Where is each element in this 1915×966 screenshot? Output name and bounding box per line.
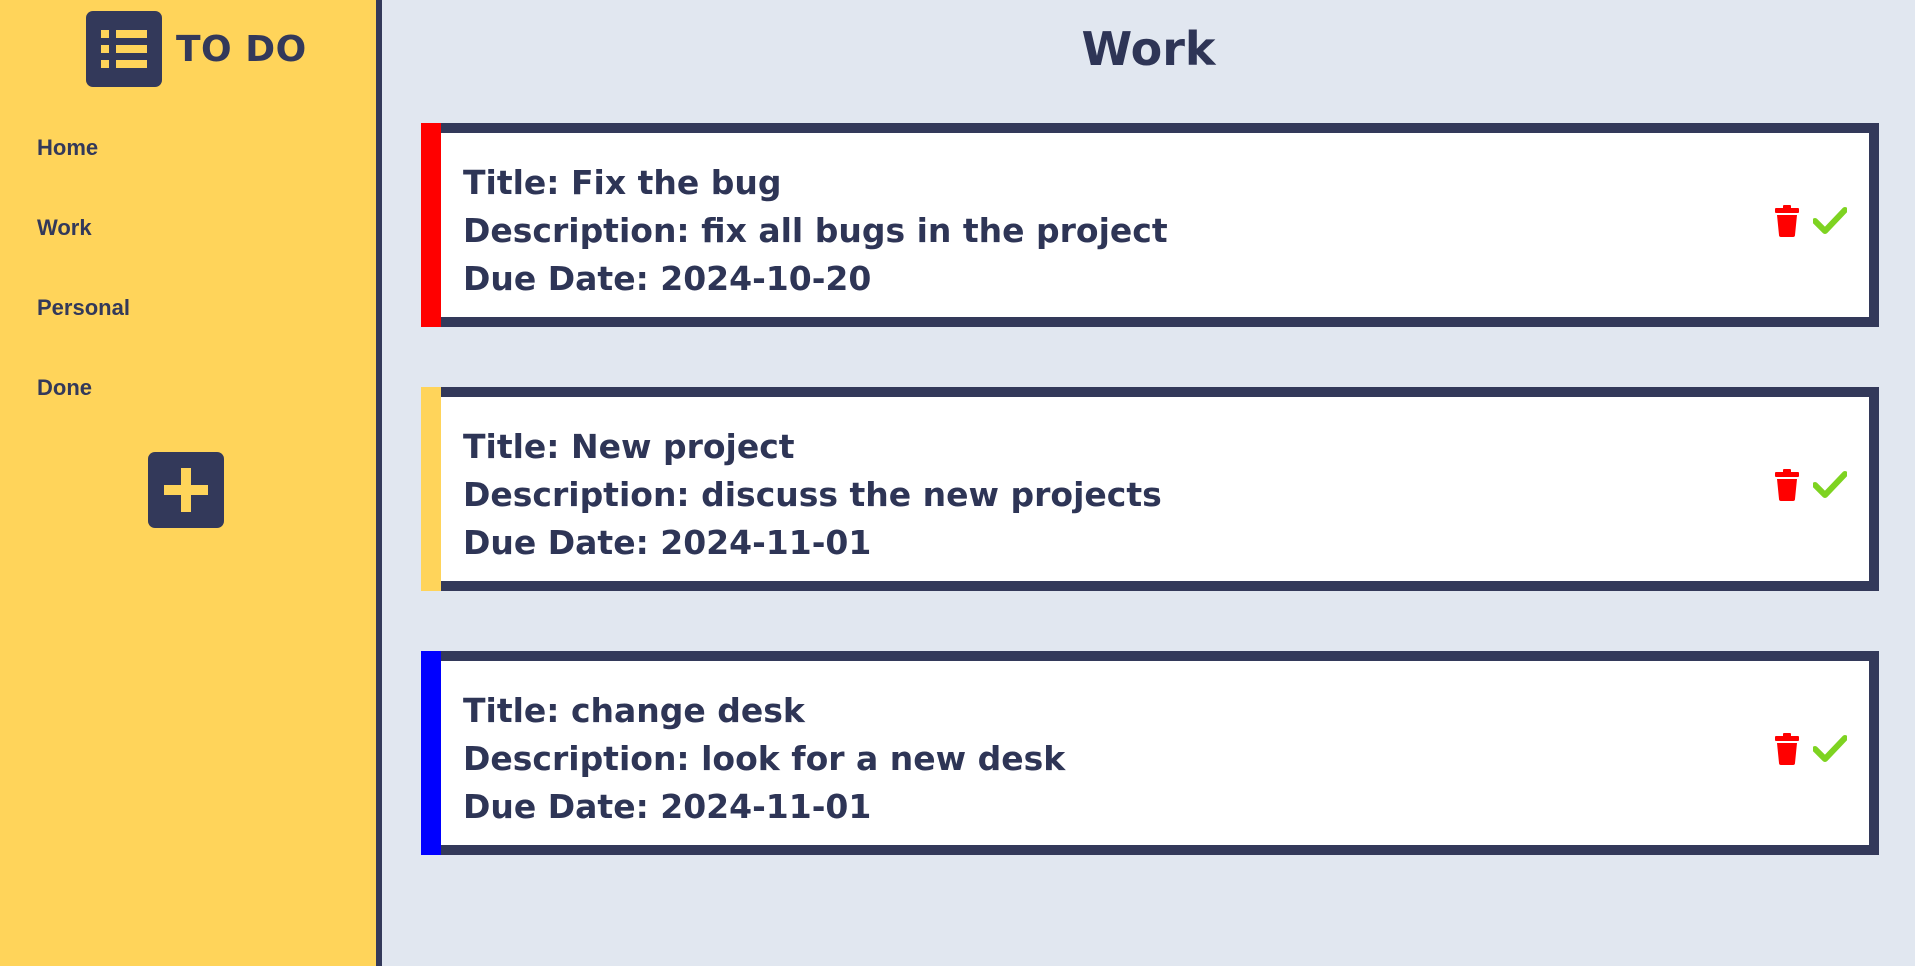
task-due-date: Due Date: 2024-10-20: [463, 259, 872, 298]
task-title: Title: New project: [463, 427, 795, 466]
sidebar: TO DO Home Work Personal Done: [0, 0, 382, 966]
page-title: Work: [1081, 22, 1216, 76]
checkmark-icon[interactable]: [1813, 207, 1847, 235]
task-title: Title: change desk: [463, 691, 805, 730]
priority-bar: [421, 651, 441, 855]
main-content: Work Title: Fix the bug Description: fix…: [382, 0, 1915, 966]
trash-icon[interactable]: [1775, 205, 1799, 237]
add-task-button[interactable]: [148, 452, 224, 528]
task-description: Description: fix all bugs in the project: [463, 211, 1168, 250]
list-icon: [86, 11, 162, 87]
trash-icon[interactable]: [1775, 469, 1799, 501]
task-title: Title: Fix the bug: [463, 163, 782, 202]
priority-bar: [421, 123, 441, 327]
sidebar-item-personal[interactable]: Personal: [37, 290, 130, 370]
task-card: Title: Fix the bug Description: fix all …: [421, 123, 1879, 327]
task-description: Description: discuss the new projects: [463, 475, 1162, 514]
app-title: TO DO: [176, 28, 307, 70]
task-due-date: Due Date: 2024-11-01: [463, 787, 872, 826]
priority-bar: [421, 387, 441, 591]
sidebar-item-home[interactable]: Home: [37, 130, 130, 210]
plus-icon: [164, 468, 208, 512]
sidebar-item-done[interactable]: Done: [37, 370, 130, 450]
task-due-date: Due Date: 2024-11-01: [463, 523, 872, 562]
app-logo: TO DO: [86, 11, 307, 87]
checkmark-icon[interactable]: [1813, 471, 1847, 499]
task-card: Title: New project Description: discuss …: [421, 387, 1879, 591]
task-description: Description: look for a new desk: [463, 739, 1066, 778]
sidebar-item-work[interactable]: Work: [37, 210, 130, 290]
task-card: Title: change desk Description: look for…: [421, 651, 1879, 855]
sidebar-nav: Home Work Personal Done: [37, 130, 130, 450]
checkmark-icon[interactable]: [1813, 735, 1847, 763]
trash-icon[interactable]: [1775, 733, 1799, 765]
